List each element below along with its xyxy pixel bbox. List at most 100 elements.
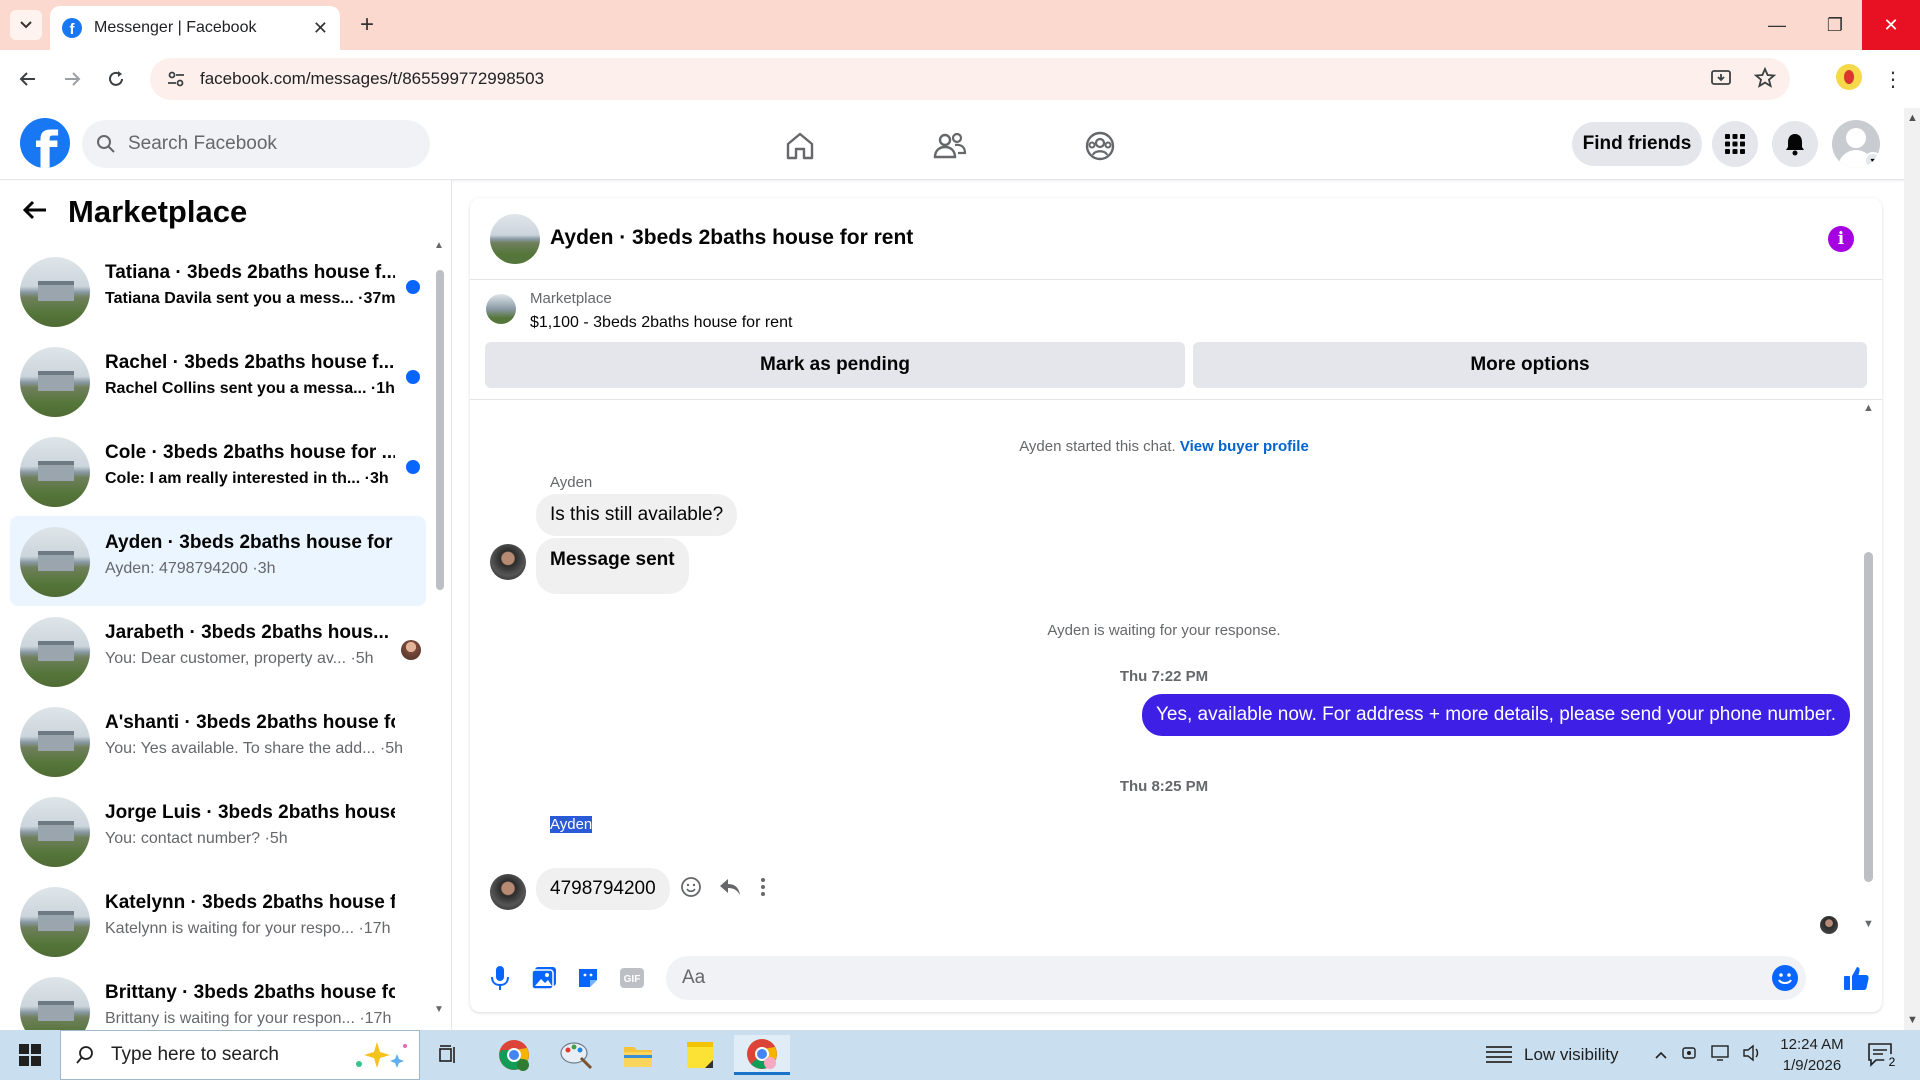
like-thumbs-up-icon[interactable] bbox=[1840, 962, 1872, 994]
more-actions-icon[interactable] bbox=[758, 876, 768, 898]
account-avatar[interactable]: ▾ bbox=[1832, 120, 1880, 168]
reply-icon[interactable] bbox=[718, 876, 742, 898]
conversation-item-active[interactable]: Ayden · 3beds 2baths house for ... Ayden… bbox=[10, 516, 426, 606]
chat-started-notice: Ayden started this chat. View buyer prof… bbox=[470, 438, 1858, 455]
back-arrow-icon[interactable] bbox=[22, 196, 48, 228]
gif-icon[interactable]: GIF bbox=[616, 962, 648, 994]
emoji-icon[interactable] bbox=[1772, 965, 1798, 991]
message-input[interactable] bbox=[682, 967, 1742, 989]
listing-description[interactable]: $1,100 - 3beds 2baths house for rent bbox=[530, 314, 792, 332]
seen-receipt-avatar bbox=[1820, 916, 1838, 934]
bookmark-star-icon[interactable] bbox=[1754, 67, 1776, 89]
marketplace-conversations-panel: Marketplace Tatiana · 3beds 2baths house… bbox=[0, 180, 452, 1030]
fog-icon bbox=[1486, 1046, 1512, 1063]
facebook-logo-icon[interactable]: f bbox=[20, 118, 70, 168]
sender-avatar[interactable] bbox=[490, 874, 526, 910]
browser-tab-messenger[interactable]: f Messenger | Facebook ✕ bbox=[50, 6, 340, 50]
listing-thumbnail bbox=[20, 707, 90, 777]
weather-widget[interactable]: Low visibility bbox=[1484, 1030, 1618, 1080]
conversation-item[interactable]: Brittany · 3beds 2baths house fo... Brit… bbox=[10, 966, 426, 1030]
site-settings-icon[interactable] bbox=[164, 67, 188, 91]
scroll-up-icon[interactable]: ▲ bbox=[434, 240, 444, 251]
reload-icon[interactable] bbox=[100, 63, 132, 95]
conversation-item[interactable]: Cole · 3beds 2baths house for ... Cole: … bbox=[10, 426, 426, 516]
find-friends-button[interactable]: Find friends bbox=[1572, 122, 1702, 166]
groups-icon[interactable] bbox=[1080, 126, 1120, 166]
conversation-item[interactable]: Tatiana · 3beds 2baths house f... Tatian… bbox=[10, 246, 426, 336]
volume-icon[interactable] bbox=[1742, 1044, 1762, 1067]
minimize-button[interactable]: — bbox=[1748, 0, 1806, 50]
restore-button[interactable]: ❐ bbox=[1806, 0, 1864, 50]
conversation-item[interactable]: Katelynn · 3beds 2baths house f... Katel… bbox=[10, 876, 426, 966]
chrome-app-active-icon[interactable] bbox=[734, 1035, 790, 1075]
scroll-down-icon[interactable]: ▼ bbox=[434, 1004, 444, 1015]
conversation-preview: You: contact number? ·5h bbox=[105, 830, 288, 847]
scroll-up-icon[interactable]: ▲ bbox=[1863, 402, 1874, 414]
message-bubble[interactable]: Message sent bbox=[536, 538, 689, 594]
scroll-up-icon[interactable]: ▲ bbox=[1907, 112, 1918, 124]
facebook-search[interactable] bbox=[82, 120, 430, 168]
conversation-preview: Brittany is waiting for your respon... ·… bbox=[105, 1010, 392, 1027]
file-explorer-icon[interactable] bbox=[610, 1035, 666, 1075]
network-icon[interactable] bbox=[1710, 1044, 1730, 1067]
message-scrollbar[interactable]: ▲ ▼ bbox=[1860, 400, 1876, 942]
view-buyer-profile-link[interactable]: View buyer profile bbox=[1180, 438, 1309, 455]
facebook-search-input[interactable] bbox=[128, 133, 408, 155]
close-window-button[interactable]: ✕ bbox=[1862, 0, 1920, 50]
install-app-icon[interactable] bbox=[1710, 67, 1732, 89]
menu-grid-icon[interactable] bbox=[1712, 121, 1758, 167]
listing-thumbnail[interactable] bbox=[490, 214, 540, 264]
react-emoji-icon[interactable] bbox=[680, 876, 702, 898]
back-icon[interactable] bbox=[12, 63, 44, 95]
conversation-item[interactable]: Rachel · 3beds 2baths house f... Rachel … bbox=[10, 336, 426, 426]
unread-dot-icon bbox=[406, 460, 420, 474]
chrome-app-icon[interactable] bbox=[486, 1035, 542, 1075]
message-input-box[interactable] bbox=[666, 956, 1806, 1000]
chat-panel: Ayden · 3beds 2baths house for rent i Ma… bbox=[470, 198, 1882, 1012]
scroll-down-icon[interactable]: ▼ bbox=[1863, 918, 1874, 930]
info-icon[interactable]: i bbox=[1828, 226, 1854, 252]
photo-icon[interactable] bbox=[528, 962, 560, 994]
conversation-item[interactable]: Jarabeth · 3beds 2baths hous... You: Dea… bbox=[10, 606, 426, 696]
message-bubble[interactable]: 4798794200 bbox=[536, 868, 670, 910]
notification-center-icon[interactable]: 2 bbox=[1866, 1040, 1900, 1070]
conversation-list-scrollbar[interactable]: ▲ ▼ bbox=[434, 240, 446, 1020]
notifications-bell-icon[interactable] bbox=[1772, 121, 1818, 167]
mark-as-pending-button[interactable]: Mark as pending bbox=[485, 342, 1185, 388]
conversation-item[interactable]: A'shanti · 3beds 2baths house fo... You:… bbox=[10, 696, 426, 786]
extension-icon[interactable] bbox=[1836, 64, 1862, 90]
chat-title[interactable]: Ayden · 3beds 2baths house for rent bbox=[550, 226, 913, 250]
scroll-down-icon[interactable]: ▼ bbox=[1907, 1014, 1918, 1026]
address-bar[interactable]: facebook.com/messages/t/865599772998503 bbox=[150, 58, 1790, 100]
sticker-icon[interactable] bbox=[572, 962, 604, 994]
system-clock[interactable]: 12:24 AM 1/9/2026 bbox=[1770, 1034, 1854, 1076]
forward-icon[interactable] bbox=[56, 63, 88, 95]
task-view-icon[interactable] bbox=[420, 1035, 476, 1075]
friends-icon[interactable] bbox=[930, 126, 970, 166]
meet-now-icon[interactable] bbox=[1680, 1044, 1698, 1067]
browser-toolbar: facebook.com/messages/t/865599772998503 … bbox=[0, 50, 1920, 108]
sender-avatar[interactable] bbox=[490, 544, 526, 580]
chat-header: Ayden · 3beds 2baths house for rent i bbox=[470, 198, 1882, 280]
scrollbar-thumb[interactable] bbox=[1864, 552, 1873, 882]
conversation-item[interactable]: Jorge Luis · 3beds 2baths house ... You:… bbox=[10, 786, 426, 876]
page-scrollbar[interactable]: ▲ ▼ bbox=[1904, 108, 1920, 1030]
my-message-bubble[interactable]: Yes, available now. For address + more d… bbox=[1141, 694, 1850, 736]
taskbar-search[interactable]: Type here to search bbox=[60, 1030, 420, 1080]
facebook-favicon-icon: f bbox=[62, 18, 82, 38]
new-tab-button[interactable]: + bbox=[352, 10, 382, 40]
tab-search-button[interactable] bbox=[10, 10, 42, 40]
home-icon[interactable] bbox=[780, 126, 820, 166]
scrollbar-thumb[interactable] bbox=[436, 270, 444, 590]
search-highlight-sparkle-icon bbox=[356, 1042, 407, 1068]
tab-close-icon[interactable]: ✕ bbox=[313, 18, 328, 39]
sticky-notes-icon[interactable] bbox=[672, 1035, 728, 1075]
chevron-up-icon[interactable] bbox=[1654, 1045, 1668, 1065]
conversation-name: Tatiana · 3beds 2baths house f... bbox=[105, 262, 395, 283]
windows-start-icon[interactable] bbox=[0, 1030, 60, 1080]
browser-menu-icon[interactable]: ⋮ bbox=[1880, 64, 1906, 94]
message-bubble[interactable]: Is this still available? bbox=[536, 494, 738, 536]
microphone-icon[interactable] bbox=[484, 962, 516, 994]
paint-app-icon[interactable] bbox=[548, 1035, 604, 1075]
more-options-button[interactable]: More options bbox=[1193, 342, 1867, 388]
